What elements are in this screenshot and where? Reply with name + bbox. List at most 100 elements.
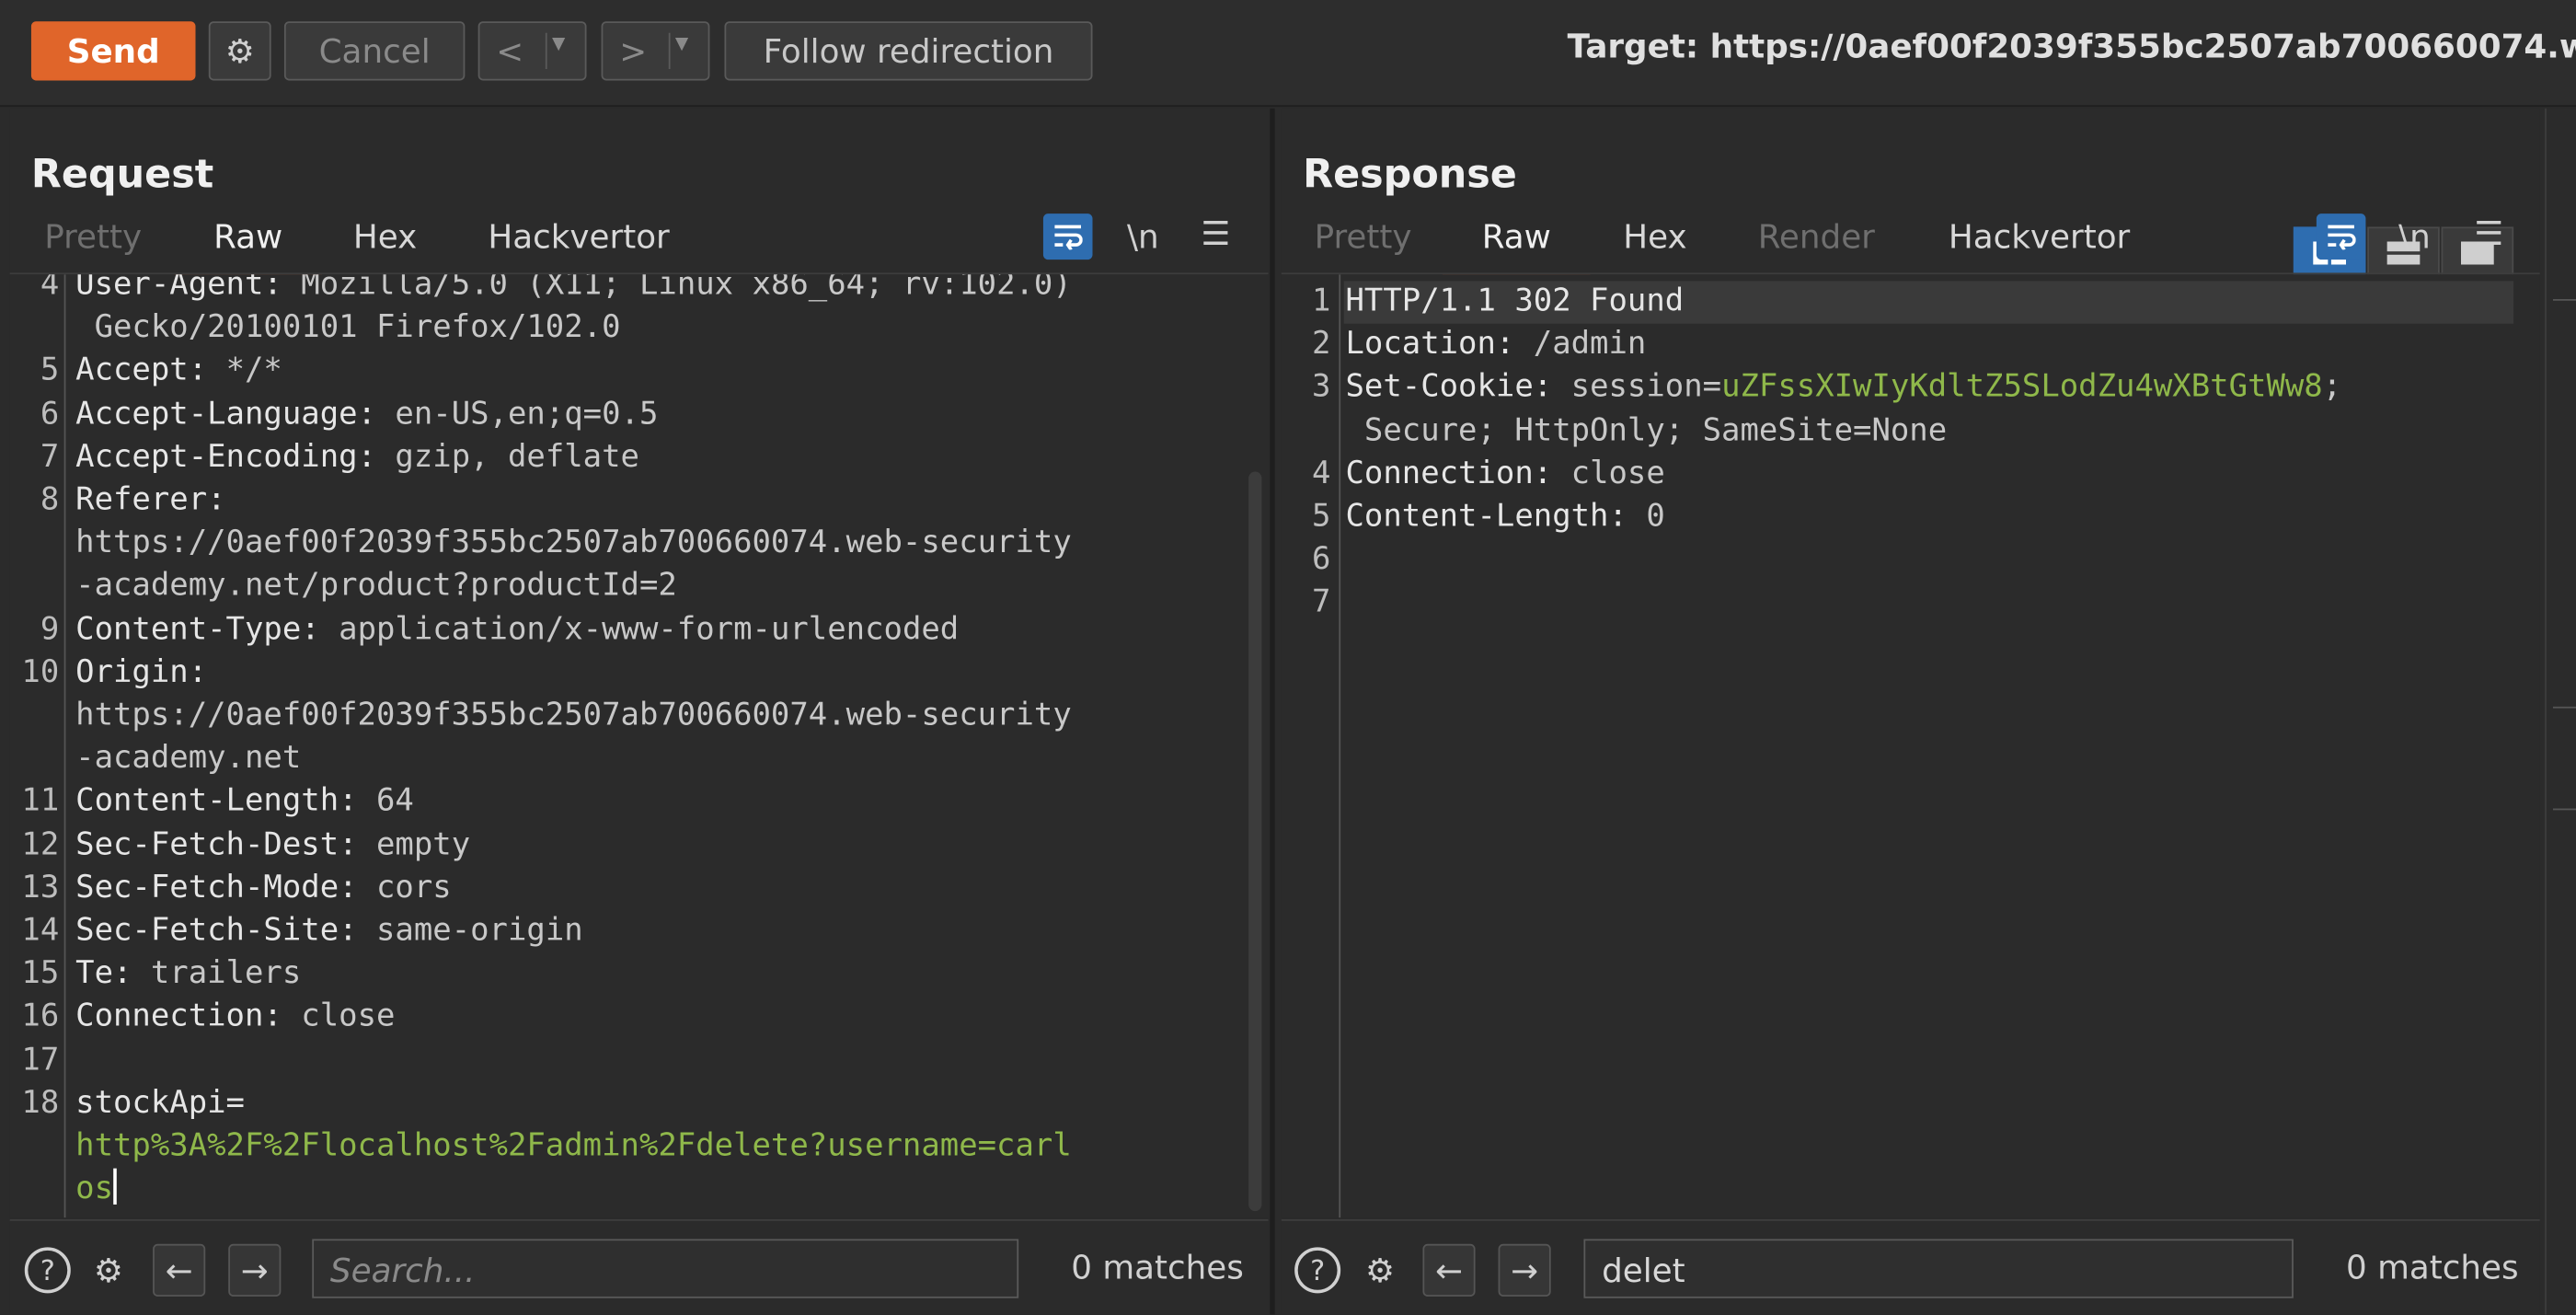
cancel-button[interactable]: Cancel: [283, 21, 466, 81]
forward-history-button[interactable]: > ▾: [601, 21, 710, 81]
gear-icon[interactable]: ⚙: [82, 1244, 134, 1297]
tab-raw[interactable]: Raw: [1442, 217, 1591, 280]
tab-render[interactable]: Render: [1758, 217, 1875, 267]
response-search-bar: ? ⚙ ← → delet 0 matches: [1281, 1219, 2540, 1315]
code-line: Set-Cookie: session=uZFssXIwIyKdltZ5SLod…: [1346, 365, 2342, 409]
settings-button[interactable]: ⚙: [208, 21, 271, 81]
line-number: 13: [21, 869, 60, 906]
request-scrollbar[interactable]: [1248, 471, 1262, 1212]
header-name: Location:: [1345, 325, 1515, 363]
header-value: gzip, deflate: [375, 438, 639, 475]
code-line: Accept-Language: en-US,en;q=0.5: [75, 392, 658, 435]
toolbar: Send ⚙ Cancel < ▾ > ▾ Follow redirection…: [0, 0, 2576, 108]
wrap-lines-icon[interactable]: [2316, 213, 2366, 260]
code-line: stockApi=: [75, 1081, 245, 1125]
request-pane: Request Pretty Raw Hex Hackvertor \n ☰ U…: [9, 108, 1269, 1315]
line-number: 7: [1311, 583, 1331, 620]
code-line: Te: trailers: [75, 952, 301, 995]
next-match-button[interactable]: →: [228, 1243, 282, 1297]
tab-hackvertor[interactable]: Hackvertor: [488, 217, 669, 267]
request-editor[interactable]: User-Agent: Mozilla/5.0 (X11; Linux x86_…: [9, 274, 1269, 1218]
menu-icon[interactable]: ☰: [1201, 213, 1230, 253]
header-value: https://0aef00f2039f355bc2507ab700660074…: [75, 524, 1072, 561]
code-line: Connection: close: [75, 995, 395, 1038]
previous-match-button[interactable]: ←: [1422, 1243, 1476, 1297]
code-line: Location: /admin: [1346, 322, 1647, 365]
line-number: 1: [1311, 283, 1331, 319]
line-number: 14: [21, 912, 60, 949]
arrow-right-icon: →: [1511, 1250, 1539, 1290]
header-value: Secure; HttpOnly; SameSite=None: [1345, 411, 1948, 448]
line-number: 15: [21, 954, 60, 992]
request-title: Request: [30, 151, 214, 198]
code-line: -academy.net/product?productId=2: [75, 564, 677, 607]
newline-toggle[interactable]: \n: [2398, 217, 2431, 257]
code-line: Content-Type: application/x-www-form-url…: [75, 607, 959, 651]
line-number: 4: [40, 274, 60, 303]
response-pane: Response Pretty Raw Hex Render Hackverto…: [1281, 108, 2540, 1315]
code-line: Sec-Fetch-Site: same-origin: [75, 909, 583, 952]
highlighted-value: uZFssXIwIyKdltZ5SLodZu4wXBtGtWw8: [1721, 368, 2323, 405]
header-name: stockApi=: [75, 1084, 245, 1121]
follow-redirection-button[interactable]: Follow redirection: [724, 21, 1093, 81]
header-name: Origin:: [75, 653, 208, 690]
search-input[interactable]: Search...: [312, 1239, 1019, 1298]
line-number: 17: [21, 1041, 60, 1078]
send-button[interactable]: Send: [30, 21, 196, 81]
request-search-bar: ? ⚙ ← → Search... 0 matches: [9, 1219, 1269, 1315]
code-line: HTTP/1.1 302 Found: [1346, 280, 1685, 323]
back-history-button[interactable]: < ▾: [477, 21, 587, 81]
pane-divider[interactable]: [1270, 108, 1275, 1315]
response-tabs: Pretty Raw Hex Render Hackvertor \n ☰: [1282, 211, 2540, 280]
tab-hackvertor[interactable]: Hackvertor: [1949, 217, 2130, 267]
response-editor[interactable]: HTTP/1.1 302 Found Location: /admin Set-Co…: [1281, 274, 2540, 1218]
code-line: Accept-Encoding: gzip, deflate: [75, 435, 639, 479]
header-value: ;: [2322, 368, 2342, 405]
header-value: en-US,en;q=0.5: [375, 395, 659, 432]
arrow-left-icon: ←: [1435, 1250, 1463, 1290]
header-value: close: [282, 998, 396, 1034]
previous-match-button[interactable]: ←: [153, 1243, 206, 1297]
code-line: Sec-Fetch-Dest: empty: [75, 823, 470, 866]
tab-hex[interactable]: Hex: [353, 217, 417, 267]
target-url[interactable]: Target: https://0aef00f2039f355bc2507ab7…: [1568, 27, 2576, 66]
side-panel-edge[interactable]: [2545, 108, 2576, 1315]
header-name: Connection:: [75, 998, 282, 1034]
line-number: 9: [40, 610, 60, 647]
dropdown-caret-icon[interactable]: ▾: [552, 27, 565, 58]
tab-pretty[interactable]: Pretty: [44, 217, 142, 267]
line-number: 16: [21, 998, 60, 1034]
tab-pretty[interactable]: Pretty: [1315, 217, 1412, 267]
code-line: https://0aef00f2039f355bc2507ab700660074…: [75, 694, 1072, 737]
header-value: 0: [1627, 498, 1665, 535]
newline-toggle[interactable]: \n: [1127, 217, 1159, 257]
code-line: Sec-Fetch-Mode: cors: [75, 866, 452, 909]
search-input[interactable]: delet: [1583, 1239, 2294, 1298]
code-line: Accept: */*: [75, 349, 282, 392]
next-match-button[interactable]: →: [1498, 1243, 1551, 1297]
dropdown-caret-icon[interactable]: ▾: [675, 27, 688, 58]
help-icon[interactable]: ?: [1292, 1244, 1344, 1297]
line-number: 12: [21, 825, 60, 862]
request-tabs: Pretty Raw Hex Hackvertor \n ☰: [10, 211, 1269, 280]
header-value: empty: [357, 825, 471, 862]
highlighted-value: os: [75, 1170, 114, 1207]
header-name: Sec-Fetch-Site:: [75, 912, 358, 949]
code-line: Origin:: [75, 651, 207, 694]
help-icon[interactable]: ?: [21, 1244, 74, 1297]
tab-hex[interactable]: Hex: [1623, 217, 1686, 267]
header-value: same-origin: [357, 912, 583, 949]
line-number: 6: [40, 395, 60, 432]
header-value: trailers: [132, 954, 302, 992]
repeater-window: Send ⚙ Cancel < ▾ > ▾ Follow redirection…: [0, 0, 2576, 1315]
header-value: session=: [1552, 368, 1722, 405]
gear-icon[interactable]: ⚙: [1353, 1244, 1406, 1297]
wrap-lines-icon[interactable]: [1042, 213, 1093, 260]
tab-raw[interactable]: Raw: [174, 217, 323, 280]
menu-icon[interactable]: ☰: [2474, 213, 2503, 253]
match-count: 0 matches: [1071, 1247, 1244, 1287]
line-number: 18: [21, 1084, 60, 1121]
header-name: Accept-Encoding:: [75, 438, 376, 475]
response-title: Response: [1303, 151, 1517, 198]
line-number: 5: [1311, 498, 1331, 535]
